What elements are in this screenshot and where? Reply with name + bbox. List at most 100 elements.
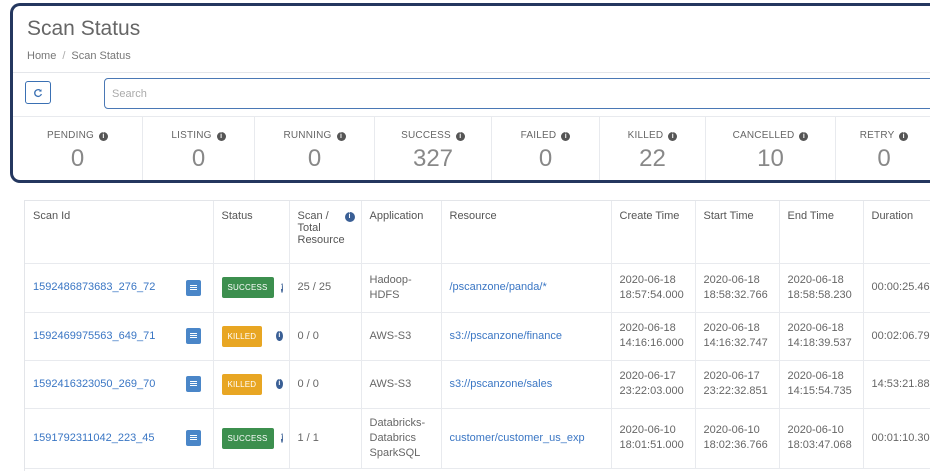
application-cell: AWS-S3 (361, 360, 442, 409)
status-badge: KILLED (221, 325, 263, 347)
info-icon: i (98, 132, 108, 141)
column-header-start-time[interactable]: Start Time (695, 201, 780, 264)
counter-running[interactable]: RUNNING i 0 (255, 117, 375, 180)
status-counters: PENDING i 0 LISTING i 0 RUNNING i 0 SUCC… (13, 116, 930, 180)
info-icon: i (561, 132, 571, 141)
duration-cell: 00:02:06.79 (863, 312, 930, 361)
counter-failed[interactable]: FAILED i 0 (492, 117, 600, 180)
column-header-end-time[interactable]: End Time (779, 201, 864, 264)
scan-total-cell: 25 / 25 (289, 263, 362, 313)
table-row: 1592416323050_269_70 KILLED i 0 / 0 AWS-S… (25, 360, 930, 409)
breadcrumb-home[interactable]: Home (27, 50, 56, 62)
info-icon: i (216, 132, 226, 141)
info-icon: i (899, 132, 909, 141)
start-time-cell: 2020-06-18 14:16:32.747 (695, 312, 780, 361)
counter-value: 0 (191, 145, 206, 172)
refresh-icon (34, 88, 43, 97)
scan-id-link[interactable]: 1592469975563_649_71 (33, 330, 155, 342)
breadcrumb: Home / Scan Status (27, 50, 131, 62)
info-icon[interactable]: i (280, 282, 283, 293)
info-icon: i (336, 132, 346, 141)
info-icon[interactable]: i (276, 379, 283, 389)
scan-total-cell: 0 / 0 (289, 312, 362, 361)
application-cell: Hadoop-HDFS (361, 263, 442, 313)
counter-value: 22 (639, 145, 666, 172)
counter-value: 0 (307, 145, 322, 172)
info-icon: i (455, 132, 465, 141)
start-time-cell: 2020-06-17 23:22:32.851 (695, 360, 780, 409)
counter-label: CANCELLED (732, 130, 795, 141)
resource-link[interactable]: s3://pscanzone/finance (450, 330, 563, 342)
column-header-scan-id[interactable]: Scan Id (25, 201, 214, 264)
end-time-cell: 2020-06-18 18:58:58.230 (779, 263, 864, 313)
status-badge: SUCCESS (221, 427, 274, 449)
counter-killed[interactable]: KILLED i 22 (600, 117, 706, 180)
counter-cancelled[interactable]: CANCELLED i 10 (706, 117, 836, 180)
counter-label: FAILED (520, 130, 557, 141)
info-icon: i (799, 132, 809, 141)
end-time-cell: 2020-06-10 18:03:47.068 (779, 408, 864, 469)
counter-label: RUNNING (283, 130, 332, 141)
document-icon[interactable] (185, 328, 201, 344)
document-icon[interactable] (185, 279, 201, 296)
breadcrumb-current: Scan Status (71, 50, 131, 62)
column-header-status[interactable]: Status (213, 201, 290, 264)
column-header-label: Scan / Total Resource (297, 210, 345, 246)
scan-id-link[interactable]: 1592486873683_276_72 (33, 281, 155, 293)
resource-link[interactable]: /pscanzone/panda/* (450, 281, 547, 293)
header-divider (13, 72, 930, 73)
counter-label: RETRY (859, 130, 895, 141)
duration-cell: 14:53:21.88 (863, 360, 930, 409)
application-cell: Databricks-Databrics SparkSQL (361, 408, 442, 469)
scan-id-link[interactable]: 1592416323050_269_70 (33, 378, 155, 390)
column-header-application[interactable]: Application (361, 201, 442, 264)
counter-success[interactable]: SUCCESS i 327 (375, 117, 492, 180)
status-badge: SUCCESS (221, 277, 274, 298)
counter-value: 0 (877, 145, 891, 172)
start-time-cell: 2020-06-10 18:02:36.766 (695, 408, 780, 469)
search-input[interactable] (104, 78, 930, 109)
application-cell: AWS-S3 (361, 312, 442, 361)
start-time-cell: 2020-06-18 18:58:32.766 (695, 263, 780, 313)
table-row: 1592469975563_649_71 KILLED i 0 / 0 AWS-S… (25, 312, 930, 361)
duration-cell: 00:01:10.30 (863, 408, 930, 469)
breadcrumb-separator: / (62, 50, 66, 62)
counter-value: 327 (412, 145, 454, 172)
counter-label: KILLED (627, 130, 664, 141)
column-header-create-time[interactable]: Create Time (611, 201, 696, 264)
scan-total-cell: 1 / 1 (289, 408, 362, 469)
info-icon: i (344, 212, 355, 222)
document-icon[interactable] (185, 376, 201, 392)
counter-listing[interactable]: LISTING i 0 (143, 117, 255, 180)
scan-id-link[interactable]: 1591792311042_223_45 (33, 432, 155, 444)
table-row: 1592486873683_276_72 SUCCESS i 25 / 25 Ha… (25, 263, 930, 313)
scan-status-panel: Scan Status Home / Scan Status PENDING i 0… (10, 3, 930, 183)
column-header-resource[interactable]: Resource (441, 201, 612, 264)
counter-label: SUCCESS (401, 130, 451, 141)
create-time-cell: 2020-06-18 14:16:16.000 (611, 312, 696, 361)
counter-value: 0 (70, 145, 85, 172)
refresh-button[interactable] (25, 81, 51, 104)
info-icon[interactable]: i (276, 331, 283, 341)
document-icon[interactable] (185, 430, 201, 446)
create-time-cell: 2020-06-17 23:22:03.000 (611, 360, 696, 409)
create-time-cell: 2020-06-10 18:01:51.000 (611, 408, 696, 469)
table-header-row: Scan Id Status Scan / Total Resource i Ap… (25, 201, 930, 264)
scan-table-grid: Scan Id Status Scan / Total Resource i Ap… (25, 201, 930, 469)
end-time-cell: 2020-06-18 14:15:54.735 (779, 360, 864, 409)
resource-link[interactable]: customer/customer_us_exp (450, 432, 585, 444)
page-title: Scan Status (27, 17, 141, 40)
table-row: 1591792311042_223_45 SUCCESS i 1 / 1 Data… (25, 408, 930, 469)
create-time-cell: 2020-06-18 18:57:54.000 (611, 263, 696, 313)
info-icon: i (668, 132, 678, 141)
status-badge: KILLED (221, 373, 263, 395)
resource-link[interactable]: s3://pscanzone/sales (450, 378, 553, 390)
column-header-duration[interactable]: Duration (863, 201, 930, 264)
counter-pending[interactable]: PENDING i 0 (13, 117, 143, 180)
info-icon[interactable]: i (280, 433, 283, 443)
column-header-scan-total[interactable]: Scan / Total Resource i (289, 201, 362, 264)
counter-retry[interactable]: RETRY i 0 (836, 117, 930, 180)
counter-value: 10 (757, 145, 784, 172)
counter-label: LISTING (171, 130, 212, 141)
scan-table: Scan Id Status Scan / Total Resource i Ap… (24, 200, 930, 471)
